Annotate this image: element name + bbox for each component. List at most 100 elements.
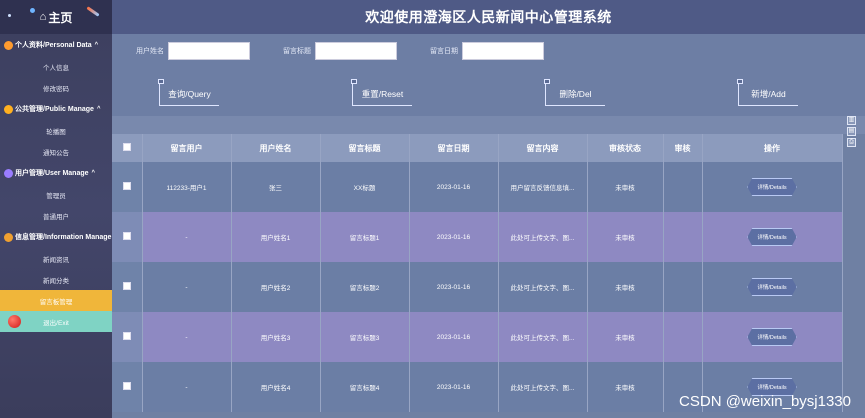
cell-date: 2023-01-16 <box>409 312 499 362</box>
sidebar-item[interactable]: 留言板管理 <box>0 290 112 311</box>
column-header[interactable]: 审核 <box>663 134 703 162</box>
sidebar-item[interactable]: 普通用户 <box>0 205 112 226</box>
row-checkbox-cell <box>112 162 143 212</box>
sidebar-item[interactable]: 个人信息 <box>0 56 112 77</box>
sidebar-group-label: 个人资料/Personal Data <box>15 42 92 49</box>
cell-content: 此处可上传文字、图... <box>498 212 588 262</box>
cell-actions: 详情/Details <box>702 312 843 362</box>
sidebar-item[interactable]: 修改密码 <box>0 77 112 98</box>
column-header[interactable]: 留言内容 <box>498 134 588 162</box>
cell-date: 2023-01-16 <box>409 162 499 212</box>
sidebar-group[interactable]: 信息管理/Information Manage^ <box>0 226 112 248</box>
field-label: 留言标题 <box>283 48 311 55</box>
cell-user: 112233-用户1 <box>142 162 232 212</box>
row-checkbox[interactable] <box>122 332 131 340</box>
button-label: 删除/Del <box>559 88 592 99</box>
sidebar-item[interactable]: 轮播图 <box>0 120 112 141</box>
planet-icon <box>30 8 35 13</box>
cell-user: - <box>142 362 232 412</box>
message-date-input[interactable] <box>462 42 544 60</box>
row-checkbox[interactable] <box>122 282 131 290</box>
cell-name: 用户姓名4 <box>231 362 321 412</box>
checkbox[interactable] <box>122 143 131 151</box>
column-header[interactable]: 留言日期 <box>409 134 499 162</box>
column-header[interactable]: 操作 <box>702 134 843 162</box>
field-label: 留言日期 <box>430 48 458 55</box>
message-table: 留言用户 用户姓名 留言标题 留言日期 留言内容 审核状态 审核 操作 1122… <box>112 134 843 412</box>
sidebar-group[interactable]: 个人资料/Personal Data ^ <box>0 34 112 56</box>
cell-actions: 详情/Details <box>702 262 843 312</box>
table-row[interactable]: - 用户姓名3 留言标题3 2023-01-16 此处可上传文字、图... 未审核 详情/D… <box>112 312 843 362</box>
table-header-row: 留言用户 用户姓名 留言标题 留言日期 留言内容 审核状态 审核 操作 <box>112 134 843 162</box>
person-icon <box>4 40 13 50</box>
row-checkbox-cell <box>112 362 143 412</box>
cell-audit <box>663 262 703 312</box>
cell-name: 用户姓名3 <box>231 312 321 362</box>
sidebar-item[interactable]: 管理员 <box>0 184 112 205</box>
message-title-input[interactable] <box>315 42 397 60</box>
sidebar-item[interactable]: 新闻分类 <box>0 269 112 290</box>
action-bar: 查询/Query 重置/Reset 删除/Del 新增/Add <box>112 68 865 116</box>
sidebar-group-label: 信息管理/Information Manage <box>15 234 112 241</box>
column-header[interactable]: 审核状态 <box>587 134 664 162</box>
sidebar-group-label: 公共管理/Public Manage <box>15 106 94 113</box>
table-row[interactable]: - 用户姓名2 留言标题2 2023-01-16 此处可上传文字、图... 未审核 详情/D… <box>112 262 843 312</box>
sidebar: ⌂ 主页 个人资料/Personal Data ^ 个人信息 修改密码 公共管理/Pub… <box>0 0 112 418</box>
cell-status: 未审核 <box>587 312 664 362</box>
user-name-input[interactable] <box>168 42 250 60</box>
column-header[interactable]: 留言标题 <box>320 134 410 162</box>
cell-audit <box>663 212 703 262</box>
sidebar-item-label: 轮播图 <box>46 128 66 136</box>
cell-content: 此处可上传文字、图... <box>498 312 588 362</box>
cell-title: 留言标题1 <box>320 212 410 262</box>
watermark: CSDN @weixin_bysj1330 <box>679 393 851 410</box>
sidebar-group[interactable]: 公共管理/Public Manage ^ <box>0 98 112 120</box>
add-button[interactable]: 新增/Add <box>737 79 798 106</box>
row-checkbox[interactable] <box>122 182 131 190</box>
details-button[interactable]: 详情/Details <box>747 228 797 246</box>
sidebar-group[interactable]: 用户管理/User Manage ^ <box>0 162 112 184</box>
button-corner-decoration <box>544 79 550 84</box>
column-header[interactable]: 用户姓名 <box>231 134 321 162</box>
cell-user: - <box>142 212 232 262</box>
select-all-checkbox[interactable] <box>112 134 143 162</box>
row-checkbox-cell <box>112 312 143 362</box>
cell-date: 2023-01-16 <box>409 362 499 412</box>
chevron-up-icon: ^ <box>91 170 96 176</box>
sidebar-item-exit[interactable]: 退出/Exit <box>0 311 112 332</box>
table-row[interactable]: 112233-用户1 张三 XX标题 2023-01-16 用户留言反馈信息填... 未审… <box>112 162 843 212</box>
button-label: 查询/Query <box>168 88 211 99</box>
star-icon <box>8 14 11 17</box>
cell-content: 此处可上传文字、图... <box>498 262 588 312</box>
row-checkbox[interactable] <box>122 232 131 240</box>
comet-icon <box>86 6 100 17</box>
button-corner-decoration <box>158 79 164 84</box>
home-link[interactable]: ⌂ 主页 <box>0 0 112 34</box>
cell-title: 留言标题2 <box>320 262 410 312</box>
cell-actions: 详情/Details <box>702 162 843 212</box>
details-button[interactable]: 详情/Details <box>747 178 797 196</box>
message-table-wrap: 留言用户 用户姓名 留言标题 留言日期 留言内容 审核状态 审核 操作 1122… <box>112 134 865 418</box>
home-label: 主页 <box>48 10 73 25</box>
cell-title: XX标题 <box>320 162 410 212</box>
cell-user: - <box>142 262 232 312</box>
cell-date: 2023-01-16 <box>409 262 499 312</box>
row-checkbox[interactable] <box>122 382 131 390</box>
column-header[interactable]: 留言用户 <box>142 134 232 162</box>
cell-title: 留言标题3 <box>320 312 410 362</box>
details-button[interactable]: 详情/Details <box>747 328 797 346</box>
search-field-message-date: 留言日期 <box>430 42 544 60</box>
sidebar-group-label: 用户管理/User Manage <box>15 170 89 177</box>
sidebar-item[interactable]: 新闻资讯 <box>0 248 112 269</box>
details-button[interactable]: 详情/Details <box>747 278 797 296</box>
delete-button[interactable]: 删除/Del <box>544 79 605 106</box>
reset-button[interactable]: 重置/Reset <box>351 79 412 106</box>
table-row[interactable]: - 用户姓名1 留言标题1 2023-01-16 此处可上传文字、图... 未审核 详情/D… <box>112 212 843 262</box>
search-bar: 用户姓名 留言标题 留言日期 <box>112 34 865 68</box>
sidebar-item[interactable]: 通知公告 <box>0 141 112 162</box>
column-toggle-icon[interactable]: ▥ <box>847 116 856 125</box>
query-button[interactable]: 查询/Query <box>158 79 219 106</box>
cell-content: 此处可上传文字、图... <box>498 362 588 412</box>
sidebar-nav: 个人资料/Personal Data ^ 个人信息 修改密码 公共管理/Public M… <box>0 34 112 311</box>
cell-name: 用户姓名1 <box>231 212 321 262</box>
